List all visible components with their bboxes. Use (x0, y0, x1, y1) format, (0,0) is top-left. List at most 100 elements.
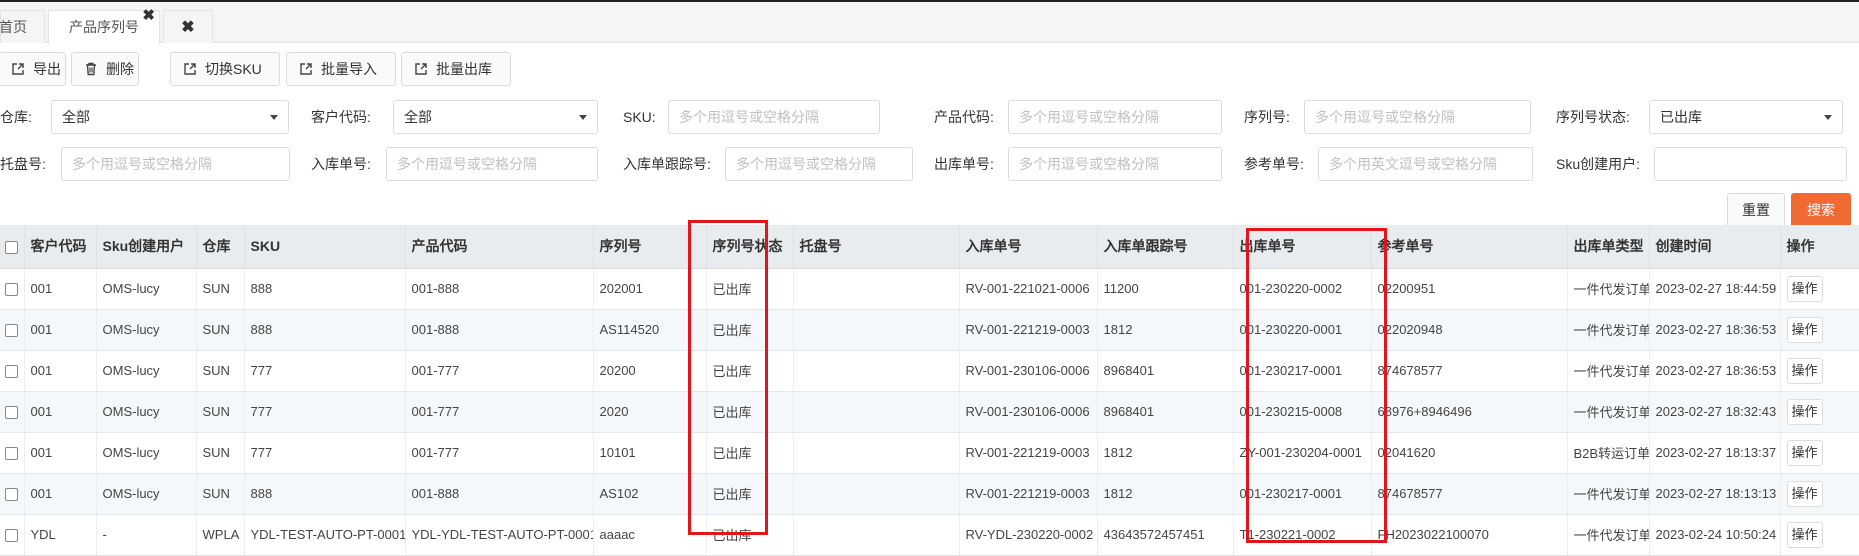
row-action-button[interactable]: 操作 (1786, 398, 1823, 425)
row-select-cell (0, 268, 25, 310)
cell-outbound-type: 一件代发订单 (1567, 514, 1650, 556)
row-action-button[interactable]: 操作 (1786, 521, 1823, 548)
chevron-down-icon (579, 115, 587, 120)
cell-serial-status: 已出库 (706, 432, 794, 474)
table-row[interactable]: 001 OMS-lucy SUN 888 001-888 202001 已出库 RV-001-… (0, 268, 1859, 310)
row-checkbox[interactable] (5, 324, 19, 338)
row-action-button[interactable]: 操作 (1786, 439, 1823, 466)
cell-customer-code: YDL (24, 514, 97, 556)
serial-status-value: 已出库 (1660, 109, 1702, 125)
customer-code-select[interactable]: 全部 (393, 100, 598, 134)
trash-icon (86, 62, 96, 76)
row-action-button[interactable]: 操作 (1786, 480, 1823, 507)
delete-label: 删除 (106, 61, 134, 77)
batch-import-label: 批量导入 (321, 61, 377, 77)
cell-serial-no: AS102 (593, 473, 707, 515)
cell-outbound-no: 001-230217-0001 (1233, 473, 1372, 515)
cell-pallet-no (793, 309, 960, 351)
col-ref-no[interactable]: 参考单号 (1371, 225, 1568, 269)
customer-code-label: 客户代码: (311, 109, 371, 125)
select-all-checkbox[interactable] (5, 241, 19, 255)
close-icon[interactable]: ✖ (142, 0, 155, 32)
tab-bar: 首页 产品序列号 ✖ ✖ (0, 2, 1859, 44)
cell-created-at: 2023-02-27 18:36:53 (1649, 350, 1781, 392)
col-created-at[interactable]: 创建时间 (1649, 225, 1781, 269)
table-row[interactable]: 001 OMS-lucy SUN 888 001-888 AS114520 已出库 RV-00… (0, 309, 1859, 351)
search-button[interactable]: 搜索 (1791, 193, 1851, 228)
cell-outbound-no: 001-230215-0008 (1233, 391, 1372, 433)
row-checkbox[interactable] (5, 406, 19, 420)
table-row[interactable]: YDL - WPLA YDL-TEST-AUTO-PT-0001 YDL-YDL-TES… (0, 514, 1859, 556)
col-product-code[interactable]: 产品代码 (405, 225, 594, 269)
cell-warehouse: WPLA (196, 514, 245, 556)
product-code-input[interactable]: 多个用逗号或空格分隔 (1008, 100, 1222, 134)
col-serial-status[interactable]: 序列号状态 (706, 225, 794, 269)
cell-pallet-no (793, 432, 960, 474)
inbound-no-input[interactable]: 多个用逗号或空格分隔 (386, 147, 598, 181)
serial-status-select[interactable]: 已出库 (1649, 100, 1843, 134)
col-outbound-no[interactable]: 出库单号 (1233, 225, 1372, 269)
table-row[interactable]: 001 OMS-lucy SUN 888 001-888 AS102 已出库 RV-001-2… (0, 473, 1859, 515)
col-serial-no[interactable]: 序列号 (593, 225, 707, 269)
pallet-no-label: 托盘号: (0, 156, 46, 172)
cell-serial-status: 已出库 (706, 268, 794, 310)
cell-outbound-type: 一件代发订单 (1567, 473, 1650, 515)
col-warehouse[interactable]: 仓库 (196, 225, 245, 269)
inbound-tracking-label: 入库单跟踪号: (623, 156, 711, 172)
batch-outbound-button[interactable]: 批量出库 (401, 52, 511, 86)
batch-import-button[interactable]: 批量导入 (286, 52, 396, 86)
table-row[interactable]: 001 OMS-lucy SUN 777 001-777 10101 已出库 RV-001-2… (0, 432, 1859, 474)
col-customer-code[interactable]: 客户代码 (24, 225, 97, 269)
col-inbound-tracking[interactable]: 入库单跟踪号 (1097, 225, 1234, 269)
serial-status-label: 序列号状态: (1556, 109, 1630, 125)
close-icon: ✖ (181, 19, 195, 36)
cell-serial-status: 已出库 (706, 473, 794, 515)
batch-outbound-label: 批量出库 (436, 61, 492, 77)
row-action-button[interactable]: 操作 (1786, 316, 1823, 343)
tab-home[interactable]: 首页 (0, 10, 45, 43)
row-checkbox[interactable] (5, 365, 19, 379)
cell-serial-status: 已出库 (706, 391, 794, 433)
external-link-icon (184, 63, 196, 75)
cell-customer-code: 001 (24, 391, 97, 433)
ref-no-input[interactable]: 多个用英文逗号或空格分隔 (1318, 147, 1533, 181)
row-action-button[interactable]: 操作 (1786, 275, 1823, 302)
reset-button[interactable]: 重置 (1727, 193, 1785, 228)
cell-sku: 888 (244, 309, 406, 351)
close-all-tabs-button[interactable]: ✖ (163, 10, 213, 43)
row-checkbox[interactable] (5, 283, 19, 297)
sku-creator-input[interactable] (1654, 147, 1847, 181)
row-checkbox[interactable] (5, 529, 19, 543)
warehouse-label: 仓库: (0, 109, 32, 125)
cell-created-at: 2023-02-27 18:13:37 (1649, 432, 1781, 474)
delete-button[interactable]: 删除 (71, 52, 139, 86)
inbound-tracking-input[interactable]: 多个用逗号或空格分隔 (725, 147, 913, 181)
col-outbound-type[interactable]: 出库单类型 (1567, 225, 1650, 269)
table-row[interactable]: 001 OMS-lucy SUN 777 001-777 2020 已出库 RV-001-23… (0, 391, 1859, 433)
col-inbound-no[interactable]: 入库单号 (959, 225, 1098, 269)
row-select-cell (0, 432, 25, 474)
col-sku[interactable]: SKU (244, 225, 406, 269)
warehouse-select[interactable]: 全部 (51, 100, 289, 134)
cell-sku: YDL-TEST-AUTO-PT-0001 (244, 514, 406, 556)
serial-no-input[interactable]: 多个用逗号或空格分隔 (1304, 100, 1531, 134)
tab-label: 产品序列号 (69, 19, 139, 35)
cell-inbound-no: RV-001-221219-0003 (959, 473, 1098, 515)
cell-product-code: 001-777 (405, 350, 594, 392)
cell-warehouse: SUN (196, 432, 245, 474)
export-button[interactable]: 导出 (0, 52, 66, 86)
row-checkbox[interactable] (5, 488, 19, 502)
row-checkbox[interactable] (5, 447, 19, 461)
col-sku-creator[interactable]: Sku创建用户 (96, 225, 197, 269)
col-pallet-no[interactable]: 托盘号 (793, 225, 960, 269)
cell-sku-creator: OMS-lucy (96, 473, 197, 515)
switch-sku-label: 切换SKU (205, 61, 262, 77)
pallet-no-input[interactable]: 多个用逗号或空格分隔 (61, 147, 290, 181)
table-row[interactable]: 001 OMS-lucy SUN 777 001-777 20200 已出库 RV-001-2… (0, 350, 1859, 392)
cell-inbound-no: RV-YDL-230220-0002 (959, 514, 1098, 556)
tab-product-serial[interactable]: 产品序列号 ✖ (48, 7, 160, 44)
row-action-button[interactable]: 操作 (1786, 357, 1823, 384)
outbound-no-input[interactable]: 多个用逗号或空格分隔 (1008, 147, 1222, 181)
sku-input[interactable]: 多个用逗号或空格分隔 (668, 100, 880, 134)
switch-sku-button[interactable]: 切换SKU (170, 52, 280, 86)
